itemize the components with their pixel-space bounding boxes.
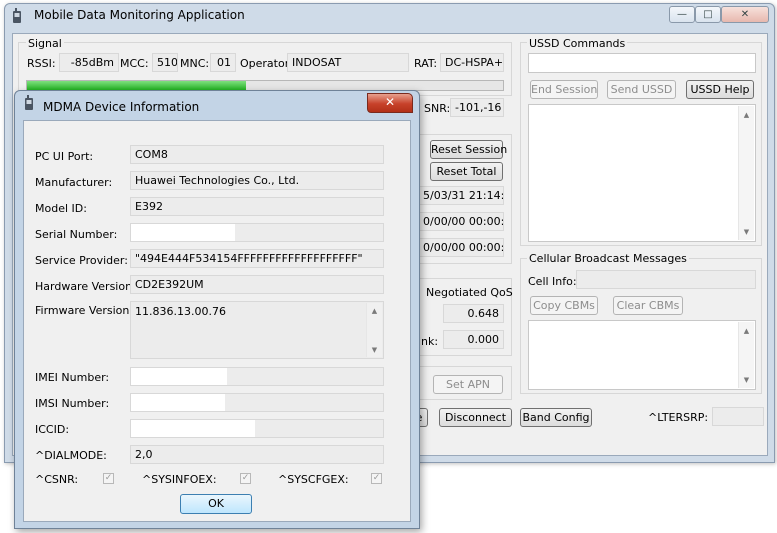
rssi-value: -85dBm: [59, 53, 119, 72]
imei-label: IMEI Number:: [35, 371, 110, 384]
ussd-response-area[interactable]: ▲ ▼: [528, 104, 756, 242]
dialog-app-icon: [24, 95, 34, 111]
ussd-scrollbar[interactable]: ▲ ▼: [738, 106, 754, 240]
sysinfoex-label: ^SYSINFOEX:: [142, 473, 217, 486]
scroll-up-icon[interactable]: ▲: [367, 307, 382, 315]
rssi-label: RSSI:: [27, 57, 56, 70]
hardware-version-value: CD2E392UM: [130, 275, 384, 294]
service-provider-label: Service Provider:: [35, 254, 128, 267]
close-button[interactable]: ✕: [721, 6, 769, 23]
csnr-label: ^CSNR:: [35, 473, 79, 486]
session-start-time: 5/03/31 21:14:52: [418, 186, 504, 205]
operator-value: INDOSAT: [287, 53, 409, 72]
pc-ui-port-value: COM8: [130, 145, 384, 164]
serial-number-label: Serial Number:: [35, 228, 118, 241]
csnr-checkbox[interactable]: ✓: [103, 473, 114, 484]
scroll-down-icon[interactable]: ▼: [367, 346, 382, 354]
iccid-label: ICCID:: [35, 423, 70, 436]
operator-label: Operator:: [240, 57, 293, 70]
window-title: Mobile Data Monitoring Application: [34, 8, 245, 22]
snr-label: SNR:: [424, 102, 451, 115]
snr-value: -101,-16: [450, 98, 504, 117]
cbm-message-area[interactable]: ▲ ▼: [528, 320, 756, 390]
mcc-value: 510: [152, 53, 178, 72]
dialog-close-button[interactable]: ✕: [367, 93, 413, 113]
band-config-button[interactable]: Band Config: [520, 408, 592, 427]
ussd-title: USSD Commands: [527, 37, 628, 50]
dialog-title: MDMA Device Information: [43, 100, 200, 114]
qos-title: Negotiated QoS: [426, 286, 513, 299]
dialmode-label: ^DIALMODE:: [35, 449, 107, 462]
device-info-dialog: MDMA Device Information ✕ PC UI Port: CO…: [14, 90, 420, 529]
close-icon: ✕: [740, 9, 750, 20]
pc-ui-port-label: PC UI Port:: [35, 150, 94, 163]
clear-cbms-button[interactable]: Clear CBMs: [613, 296, 683, 315]
imsi-redaction: [131, 394, 225, 411]
scroll-up-icon[interactable]: ▲: [739, 111, 754, 119]
iccid-redaction: [131, 420, 255, 437]
qos-dl-label: ink:: [418, 335, 439, 348]
manufacturer-label: Manufacturer:: [35, 176, 113, 189]
imsi-label: IMSI Number:: [35, 397, 110, 410]
end-session-button[interactable]: End Session: [530, 80, 598, 99]
minimize-button[interactable]: —: [669, 6, 695, 23]
check-icon: ✓: [104, 473, 113, 483]
ok-button[interactable]: OK: [180, 494, 252, 514]
model-id-label: Model ID:: [35, 202, 87, 215]
close-icon: ✕: [384, 95, 396, 109]
imei-redaction: [131, 368, 227, 385]
firmware-version-label: Firmware Version:: [35, 304, 134, 317]
cbm-title: Cellular Broadcast Messages: [527, 252, 689, 265]
ussd-help-button[interactable]: USSD Help: [686, 80, 754, 99]
set-apn-button[interactable]: Set APN: [433, 375, 503, 394]
check-icon: ✓: [372, 473, 381, 483]
minimize-icon: —: [677, 9, 687, 20]
ltersrp-label: ^LTERSRP:: [648, 411, 709, 424]
service-provider-value: "494E444F534154FFFFFFFFFFFFFFFFFFF": [130, 249, 384, 268]
signal-group-label: Signal: [26, 37, 64, 50]
dialog-client: PC UI Port: COM8 Manufacturer: Huawei Te…: [23, 120, 411, 522]
manufacturer-value: Huawei Technologies Co., Ltd.: [130, 171, 384, 190]
ltersrp-value: [712, 407, 764, 426]
firmware-version-text: 11.836.13.00.76: [135, 305, 226, 318]
hardware-version-label: Hardware Version:: [35, 280, 136, 293]
syscfgex-label: ^SYSCFGEX:: [278, 473, 349, 486]
disconnect-button[interactable]: Disconnect: [439, 408, 512, 427]
serial-redaction: [131, 224, 235, 241]
firmware-version-value: 11.836.13.00.76 ▲ ▼: [130, 301, 384, 359]
maximize-button[interactable]: □: [695, 6, 721, 23]
ussd-input[interactable]: [528, 53, 756, 73]
dialmode-value: 2,0: [130, 445, 384, 464]
total-duration: 0/00/00 00:00:00: [418, 238, 504, 257]
cell-info-value: [576, 270, 756, 289]
rat-label: RAT:: [414, 57, 438, 70]
cell-info-label: Cell Info:: [528, 275, 577, 288]
reset-session-button[interactable]: Reset Session: [430, 140, 507, 159]
app-icon: [12, 8, 22, 24]
scroll-up-icon[interactable]: ▲: [739, 327, 754, 335]
mnc-value: 01: [210, 53, 236, 72]
model-id-value: E392: [130, 197, 384, 216]
mnc-label: MNC:: [180, 57, 210, 70]
copy-cbms-button[interactable]: Copy CBMs: [530, 296, 598, 315]
qos-dl-value: 0.000: [443, 330, 504, 349]
reset-total-button[interactable]: Reset Total: [430, 162, 503, 181]
session-duration: 0/00/00 00:00:00: [418, 212, 504, 231]
firmware-scrollbar[interactable]: ▲ ▼: [366, 303, 382, 357]
qos-ul-value: 0.648: [443, 304, 504, 323]
rat-value: DC-HSPA+: [440, 53, 504, 72]
cbm-scrollbar[interactable]: ▲ ▼: [738, 322, 754, 388]
mcc-label: MCC:: [120, 57, 149, 70]
scroll-down-icon[interactable]: ▼: [739, 228, 754, 236]
scroll-down-icon[interactable]: ▼: [739, 376, 754, 384]
send-ussd-button[interactable]: Send USSD: [607, 80, 676, 99]
check-icon: ✓: [241, 473, 250, 483]
signal-strength-fill: [27, 81, 246, 90]
maximize-icon: □: [703, 9, 713, 20]
syscfgex-checkbox[interactable]: ✓: [371, 473, 382, 484]
sysinfoex-checkbox[interactable]: ✓: [240, 473, 251, 484]
